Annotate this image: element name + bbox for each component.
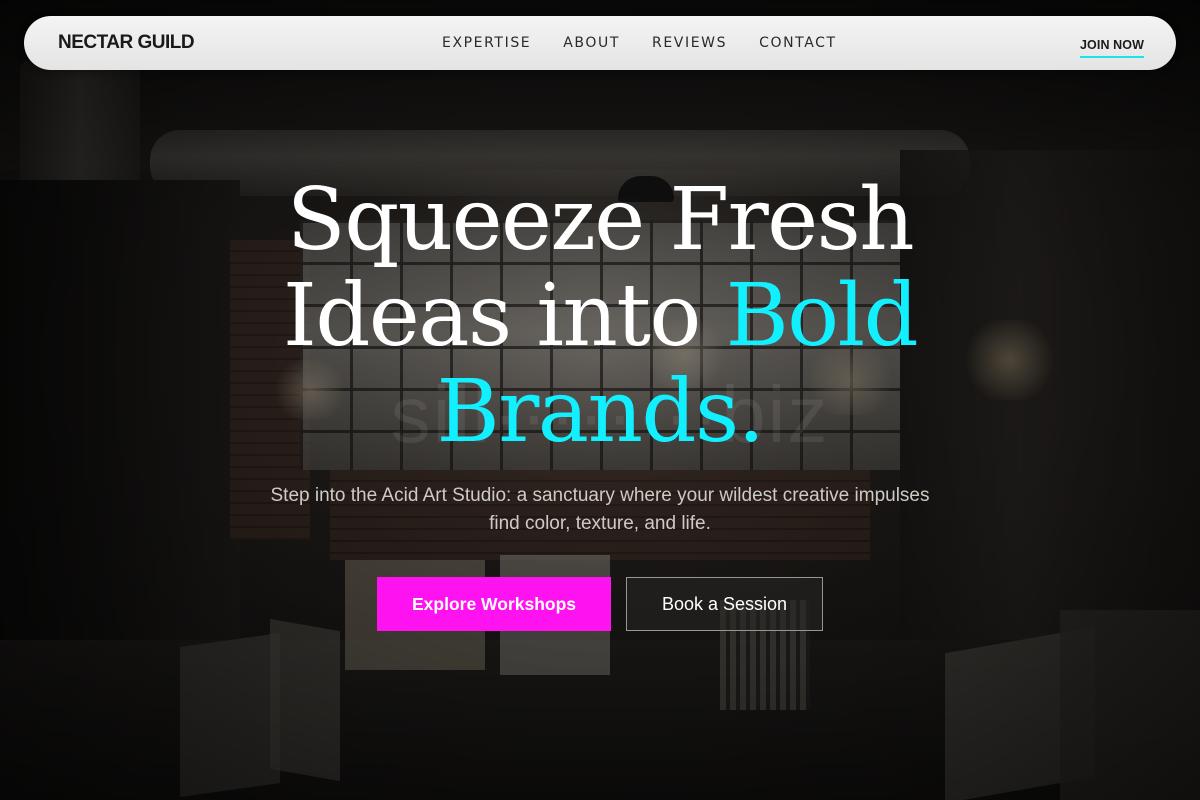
book-session-button[interactable]: Book a Session	[626, 577, 823, 631]
explore-workshops-button[interactable]: Explore Workshops	[377, 577, 611, 631]
nav-link-contact[interactable]: CONTACT	[759, 32, 837, 54]
nav-links: EXPERTISE ABOUT REVIEWS CONTACT	[442, 32, 837, 54]
nav-link-reviews[interactable]: REVIEWS	[652, 32, 727, 54]
hero-headline: Squeeze Fresh Ideas into Bold Brands.	[200, 172, 1000, 460]
hero-section: sill········biz NECTAR GUILD EXPERTISE A…	[0, 0, 1200, 800]
join-now-link[interactable]: JOIN NOW	[1080, 36, 1144, 58]
brand-logo[interactable]: NECTAR GUILD	[58, 31, 195, 55]
nav-link-about[interactable]: ABOUT	[563, 32, 620, 54]
top-navbar: NECTAR GUILD EXPERTISE ABOUT REVIEWS CON…	[24, 16, 1176, 70]
nav-link-expertise[interactable]: EXPERTISE	[442, 32, 531, 54]
hero-subtitle: Step into the Acid Art Studio: a sanctua…	[270, 485, 930, 534]
